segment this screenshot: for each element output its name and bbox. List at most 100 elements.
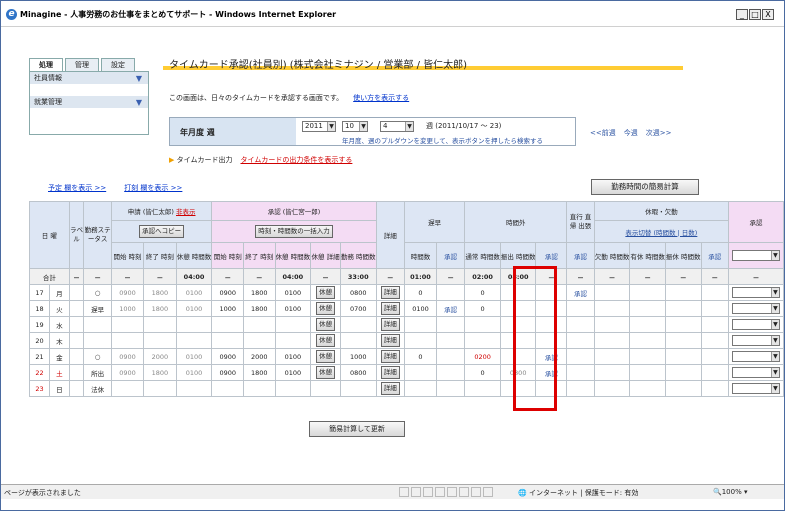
minimize-button[interactable]: _ [736,9,748,20]
break-button[interactable]: 休憩 [316,350,336,363]
total-cell: 33:00 [339,268,377,285]
cell-label [68,380,85,397]
cell-rs: 0900 [110,284,145,301]
cell-sel: ▼ [727,300,785,317]
show-stamp-link[interactable]: 打刻 欄を表示 >> [124,184,182,192]
cell-dir[interactable]: 承認 [566,284,595,301]
cell-fr [499,316,537,333]
week-range: 週 (2011/10/17 ～ 23) [426,122,502,130]
cell-bd: 休憩 [310,300,341,317]
cell-work [339,332,377,349]
cell-dow: 金 [48,348,70,365]
maximize-button[interactable]: □ [749,9,761,20]
cell-oap[interactable]: 承認 [535,364,568,381]
cell-as: 1000 [211,300,245,317]
approval-select[interactable]: ▼ [731,303,780,314]
cell-oap [535,380,568,397]
cell-ot[interactable]: 0 [464,284,501,301]
approval-select[interactable]: ▼ [731,351,780,362]
sidebar: 処理 管理 設定 社員情報 ▼ 就業管理 ▼ [29,58,149,135]
cell-lap[interactable]: 承認 [435,300,466,317]
close-button[interactable]: X [762,9,774,20]
zoom-control[interactable]: 🔍100% ▾ [713,488,747,496]
cell-oap[interactable]: 承認 [535,348,568,365]
detail-button[interactable]: 詳細 [380,366,400,379]
cell-sel: ▼ [727,332,785,349]
week-select[interactable]: 4 ▼ [380,121,414,132]
sub-header: 承認 [535,242,568,269]
cell-late[interactable]: 0 [403,348,438,365]
detail-button[interactable]: 詳細 [380,318,400,331]
cell-rb: 0100 [175,300,213,317]
break-button[interactable]: 休憩 [316,318,336,331]
approval-select[interactable]: ▼ [731,335,780,346]
break-button[interactable]: 休憩 [316,302,336,315]
cell-label [68,300,85,317]
cell-dow: 月 [48,284,70,301]
table-row: 17 月 ○ 0900 1800 0100 0900 1800 0100 休憩 0800 詳細 0 0 承認… [29,284,785,301]
approval-select[interactable]: ▼ [731,383,780,394]
total-label: 合計 [29,268,70,285]
hide-link[interactable]: 非表示 [176,208,196,216]
cell-label [68,332,85,349]
cell-b [629,364,666,381]
detail-button[interactable]: 詳細 [380,286,400,299]
bulk-cell: 時刻・時間数の一括入力 [211,220,377,243]
detail-button[interactable]: 詳細 [380,334,400,347]
cell-rb: 0100 [175,284,213,301]
cell-ot[interactable]: 0200 [464,348,501,365]
cell-dow: 日 [48,380,70,397]
bulk-approval-select[interactable]: ▼ [731,250,780,261]
break-button[interactable]: 休憩 [316,286,336,299]
output-conditions-link[interactable]: タイムカードの出力条件を表示する [241,156,353,164]
how-to-link[interactable]: 使い方を表示する [353,94,409,102]
this-week-link[interactable]: 今週 [624,129,638,137]
total-cell: － [629,268,666,285]
sidebar-item-employee-info[interactable]: 社員情報 ▼ [30,72,148,85]
cell-c [664,380,702,397]
approval-select[interactable]: ▼ [731,367,780,378]
break-button[interactable]: 休憩 [316,366,336,379]
cell-ot [464,380,501,397]
cell-c [664,316,702,333]
total-cell: － [700,268,729,285]
sidebar-item-attendance[interactable]: 就業管理 ▼ [30,96,148,109]
chevron-down-icon: ▼ [770,352,779,361]
tab-settings[interactable]: 設定 [101,58,135,71]
detail-button[interactable]: 詳細 [380,382,400,395]
tab-manage[interactable]: 管理 [65,58,99,71]
chevron-down-icon: ▼ [770,384,779,393]
cell-status [83,332,112,349]
bulk-input-button[interactable]: 時刻・時間数の一括入力 [255,225,333,238]
cell-work: 0800 [339,284,377,301]
detail-button[interactable]: 詳細 [380,350,400,363]
cell-late[interactable]: 0100 [403,300,438,317]
approval-select[interactable]: ▼ [731,287,780,298]
update-button[interactable]: 簡易計算して更新 [309,421,405,437]
simple-calc-button[interactable]: 勤務時間の簡易計算 [591,179,699,195]
cell-late[interactable]: 0 [403,284,438,301]
detail-button[interactable]: 詳細 [380,302,400,315]
cell-ot[interactable]: 0 [464,364,501,381]
zoom-icon: 🔍 [713,488,722,496]
leave-toggle-link[interactable]: 表示切替 (時間数 | 日数) [593,220,729,243]
month-select[interactable]: 10 ▼ [342,121,368,132]
show-plan-link[interactable]: 予定 欄を表示 >> [48,184,106,192]
break-button[interactable]: 休憩 [316,334,336,347]
next-week-link[interactable]: 次週>> [646,129,672,137]
timecard-output: ▶ タイムカード出力 タイムカードの出力条件を表示する [169,155,352,165]
security-zone: 🌐 インターネット | 保護モード: 有効 [518,488,638,498]
total-cell: － [310,268,341,285]
cell-d [700,300,729,317]
copy-to-approve-button[interactable]: 承認へコピー [139,225,185,238]
cell-day: 18 [29,300,50,317]
cell-bd: 休憩 [310,332,341,349]
approval-select[interactable]: ▼ [731,319,780,330]
tab-process[interactable]: 処理 [29,58,63,71]
year-select[interactable]: 2011 ▼ [302,121,336,132]
cell-re: 1800 [143,300,177,317]
prev-week-link[interactable]: <<前週 [590,129,616,137]
cell-c [664,300,702,317]
cell-ot[interactable]: 0 [464,300,501,317]
cell-ab: 0100 [274,284,312,301]
